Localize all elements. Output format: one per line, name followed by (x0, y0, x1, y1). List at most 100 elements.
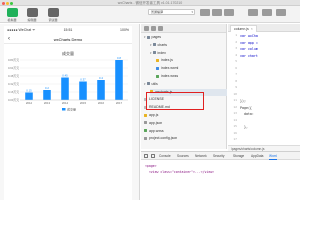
devtools-tab-console[interactable]: Console (159, 152, 171, 160)
file-tree-item[interactable]: ▾ charts (150, 42, 227, 49)
editor-toggle-button[interactable]: 编辑器 (21, 8, 43, 22)
bar (97, 80, 105, 100)
backend-button[interactable] (276, 9, 286, 16)
file-tree-item[interactable]: app.js (144, 112, 227, 119)
code-line: data: (240, 112, 254, 116)
devtools-tab-storage[interactable]: Storage (233, 152, 244, 160)
simulator-toggle-button[interactable]: 模拟器 (1, 8, 23, 22)
chevron-down-icon: ▾ (191, 10, 193, 14)
nav-title: wxCharts Demo (53, 37, 83, 42)
file-tree-item[interactable]: ▾ pages (144, 34, 227, 41)
devtools-tab-bar: Console Sources Network Security Storage AppD… (141, 152, 300, 160)
file-tree-label: project.config.json (149, 136, 178, 141)
file-tree-toolbar (141, 24, 226, 33)
line-number: 12 (233, 104, 237, 109)
file-tree-item[interactable]: index.wxml (156, 65, 227, 72)
file-icon (156, 74, 159, 78)
line-number: 15 (233, 124, 237, 128)
folder-icon (152, 43, 156, 47)
x-tick-label: 2016 (98, 101, 105, 105)
clear-cache-button[interactable] (248, 9, 258, 16)
file-tree-label: app.json (149, 120, 163, 125)
file-tree-item[interactable]: project.config.json (144, 135, 227, 142)
editor-label: 编辑器 (27, 18, 37, 22)
chevron-down-icon[interactable]: ▾ (150, 43, 152, 47)
debugger-toggle-button[interactable]: 调试器 (42, 8, 64, 22)
x-tick-label: 2012 (26, 101, 33, 105)
line-number: 13 (233, 111, 237, 115)
compile-mode-select[interactable]: 普通编译 ▾ (148, 9, 195, 15)
add-file-icon[interactable] (144, 26, 149, 31)
devtools-tab-appdata[interactable]: AppData (251, 152, 263, 160)
status-time: 15:51 (63, 28, 73, 32)
file-tree-label: index (157, 50, 166, 55)
file-tree-item[interactable]: ▾ index (150, 50, 227, 57)
devtools-panel: Console Sources Network Security Storage AppD… (141, 151, 300, 200)
file-tree-item[interactable]: index.js (156, 57, 227, 64)
file-tree-item[interactable]: ▾ utils (144, 81, 227, 88)
file-tree-item[interactable]: app.json (144, 120, 227, 127)
data-label: 0.4 (99, 76, 103, 80)
devtools-tab-network[interactable]: Network (195, 152, 207, 160)
line-number: 7 (235, 72, 237, 76)
upload-button[interactable] (262, 9, 272, 16)
toolbar: 模拟器 编辑器 调试器 普通编译 ▾ (0, 6, 300, 23)
file-tree-label: index.wxml (161, 66, 179, 71)
bar (43, 90, 51, 100)
search-icon[interactable] (151, 26, 156, 31)
code-line: }, (240, 125, 248, 129)
data-label: 0.37 (80, 78, 86, 82)
bar (115, 60, 123, 100)
wxml-node[interactable]: <view class="container">...</view> (145, 169, 214, 175)
file-tree-item[interactable]: app.wxss (144, 128, 227, 135)
file-tree-label: index.wxss (161, 74, 179, 78)
simulator-panel: ●●●●● WeChat ᯤ 15:51 100% ‹ wxCharts Dem… (0, 24, 140, 200)
window-title: wxCharts - 微信开发者工具 v1.01.170210 (117, 1, 183, 5)
file-icon (144, 113, 147, 117)
compile-mode-value: 普通编译 (151, 10, 164, 14)
bar (61, 77, 69, 100)
line-number: 8 (235, 78, 237, 83)
inspect-icon[interactable] (144, 154, 148, 158)
chevron-down-icon[interactable]: ▾ (150, 51, 152, 55)
file-tree-panel: ▾ pages ▾ charts ▾ index index.js index.wxml ind… (141, 24, 227, 149)
chevron-down-icon[interactable]: ▾ (144, 35, 146, 39)
folder-icon (152, 51, 156, 55)
devtools-tab-sources[interactable]: Sources (177, 152, 189, 160)
file-tree-label: utils (151, 81, 158, 86)
y-tick-label: 0.48万元 (8, 74, 19, 78)
close-icon[interactable]: × (251, 27, 253, 31)
tab-column-js[interactable]: column.js × (230, 25, 257, 32)
folder-icon (146, 82, 150, 86)
status-bar: ●●●●● WeChat ᯤ 15:51 100% (4, 26, 132, 35)
line-number: 11 (233, 98, 237, 102)
compile-button[interactable] (200, 9, 210, 16)
y-tick-label: 0.00万元 (8, 98, 19, 102)
line-number: 3 (235, 46, 237, 50)
chevron-down-icon[interactable]: ▾ (144, 82, 146, 86)
devtools-tab-wxml[interactable]: Wxml (269, 152, 277, 160)
line-number: 16 (233, 130, 237, 135)
column-chart: 0.00万元 0.16万元 0.32万元 0.48万元 0.64万元 0.80万元 0.15… (8, 56, 128, 112)
collapse-icon[interactable] (158, 26, 163, 31)
x-tick-label: 2013 (44, 101, 51, 105)
battery-level: 100% (120, 28, 129, 32)
line-number: 4 (235, 52, 237, 57)
file-tree-label: pages (151, 35, 162, 39)
code-editor[interactable]: column.js × 1 var wxCha 2 var app = 3 var colu… (228, 24, 300, 155)
devtools-tab-security[interactable]: Security (213, 152, 225, 160)
preview-button[interactable] (212, 9, 222, 16)
bar (25, 92, 33, 100)
line-number: 1 (235, 33, 237, 37)
file-tree-item[interactable]: index.wxss (156, 73, 227, 80)
device-icon[interactable] (151, 154, 155, 158)
tab-label: column.js (234, 27, 249, 31)
file-tree-label: app.wxss (149, 128, 164, 133)
line-number: 17 (233, 137, 237, 141)
file-tree-label: charts (157, 42, 168, 47)
data-label: 0.8 (117, 56, 121, 60)
remote-debug-button[interactable] (224, 9, 234, 16)
x-tick-label: 2017 (116, 101, 123, 105)
nav-bar: ‹ wxCharts Demo (4, 35, 132, 44)
data-label: 0.2 (45, 86, 49, 90)
